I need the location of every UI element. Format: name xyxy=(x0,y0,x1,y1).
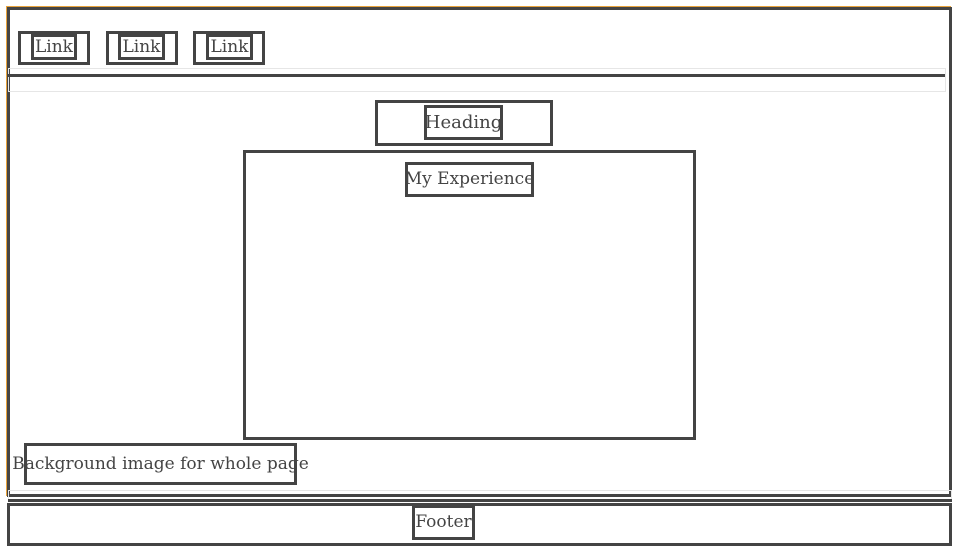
nav-link-1[interactable]: Link xyxy=(31,34,77,60)
nav-link-3[interactable]: Link xyxy=(206,34,253,60)
experience-title: My Experience xyxy=(405,162,534,197)
page-heading: Heading xyxy=(424,105,503,140)
footer-frame xyxy=(7,503,952,546)
footer-divider xyxy=(8,499,952,502)
background-image-note: Background image for whole page xyxy=(12,443,309,485)
footer-label: Footer xyxy=(412,505,475,540)
header-divider xyxy=(8,74,945,77)
header-region xyxy=(8,68,946,92)
nav-link-2[interactable]: Link xyxy=(118,34,165,60)
